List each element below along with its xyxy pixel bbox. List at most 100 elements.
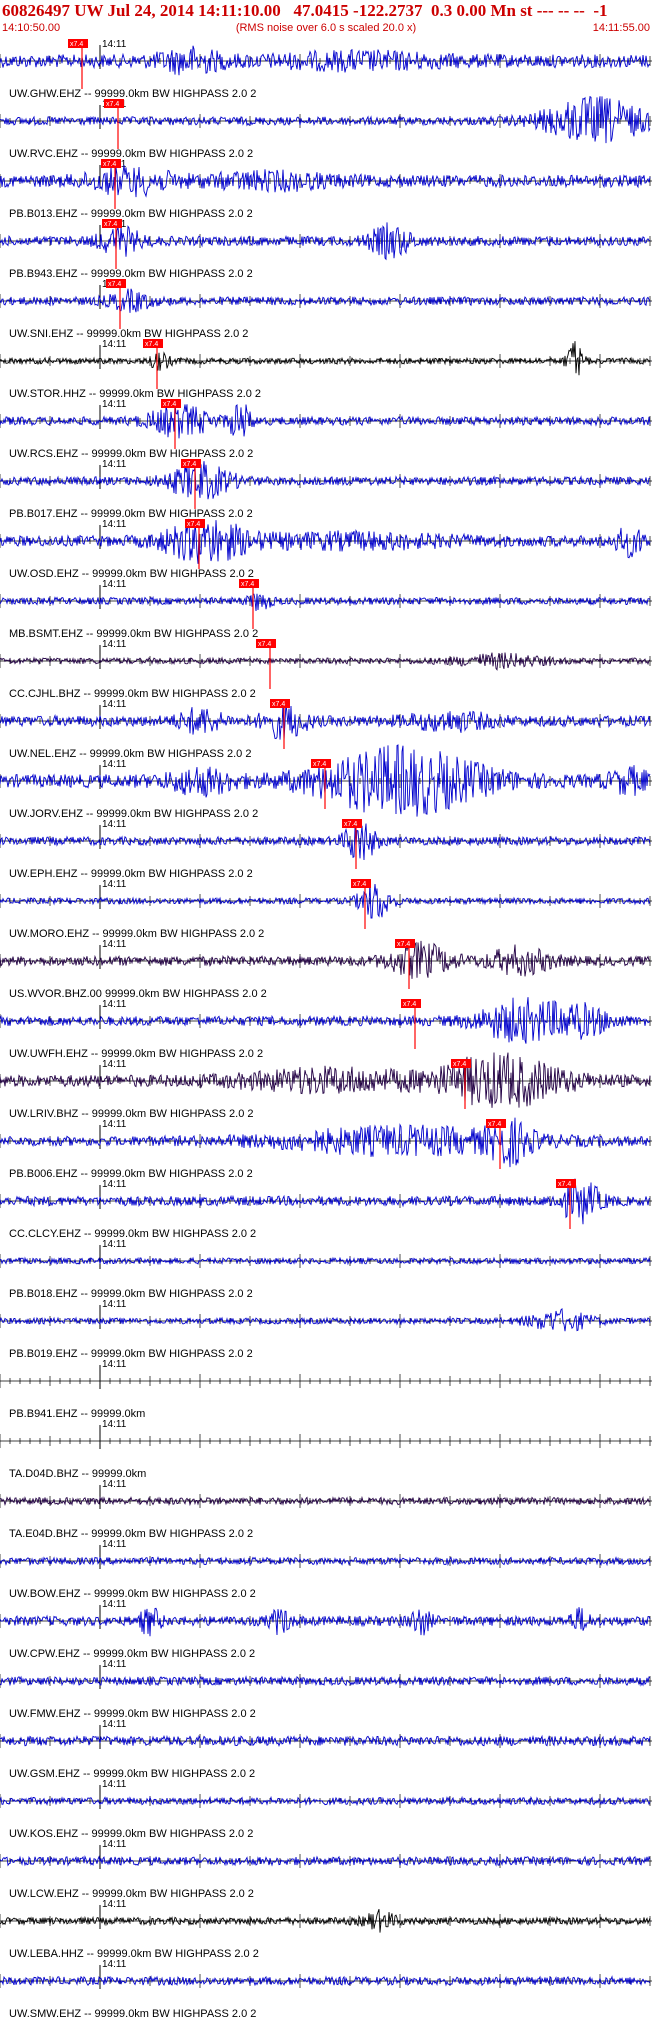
minute-tick-label: 14:11 [102,1839,127,1850]
waveform [0,702,651,741]
channel-label: PB.B017.EHZ -- 99999.0km BW HIGHPASS 2.0… [9,508,253,520]
trace-row: 14:11 UW.LCW.EHZ -- 99999.0km BW HIGHPASS… [0,1839,652,1900]
end-time: 14:11:55.00 [592,22,650,34]
pick-label: x7.4 [353,881,366,888]
trace-row: 14:11 x7.4 UW.RCS.EHZ -- 99999.0km BW HIGH… [0,399,652,460]
waveform [0,1607,651,1637]
waveform [0,461,651,500]
trace-row: 14:11 UW.GSM.EHZ -- 99999.0km BW HIGHPASS… [0,1719,652,1780]
trace-row: 14:11x7.4PB.B013.EHZ -- 99999.0km BW HIG… [0,159,652,220]
trace-row: 14:11 x7.4 CC.CLCY.EHZ -- 99999.0km BW HIG… [0,1178,652,1240]
waveform [0,1117,651,1168]
channel-label: TA.E04D.BHZ -- 99999.0km BW HIGHPASS 2.0… [9,1528,253,1540]
trace-row: 14:11 x7.4 UW.GHW.EHZ -- 99999.0km BW HIGH… [0,39,652,100]
minute-tick-label: 14:11 [102,1539,127,1550]
minute-tick-label: 14:11 [102,1059,127,1070]
pick-label: x7.4 [241,581,254,588]
pick-label: x7.4 [488,1121,501,1128]
pick-label: x7.4 [108,281,121,288]
channel-label: UW.GHW.EHZ -- 99999.0km BW HIGHPASS 2.0 … [9,88,256,100]
minute-tick-label: 14:11 [102,1599,127,1610]
channel-label: UW.RVC.EHZ -- 99999.0km BW HIGHPASS 2.0 … [9,148,253,160]
trace-row: 14:11 x7.4 UW.LRIV.BHZ -- 99999.0km BW HIG… [0,1052,652,1120]
trace-row: 14:11x7.4UW.RVC.EHZ -- 99999.0km BW HIGH… [0,95,652,160]
trace-row: 14:11 x7.4 UW.OSD.EHZ -- 99999.0km BW HIGH… [0,518,652,580]
channel-label: UW.MORO.EHZ -- 99999.0km BW HIGHPASS 2.0… [9,928,264,940]
trace-row: 14:11 TA.E04D.BHZ -- 99999.0km BW HIGHPAS… [0,1479,652,1540]
trace-row: 14:11 UW.LEBA.HHZ -- 99999.0km BW HIGHPAS… [0,1899,652,1960]
minute-tick-label: 14:11 [102,699,127,710]
pick-label: x7.4 [106,101,119,108]
channel-label: MB.BSMT.EHZ -- 99999.0km BW HIGHPASS 2.0… [9,628,258,640]
pick-label: x7.4 [403,1001,416,1008]
channel-label: PB.B018.EHZ -- 99999.0km BW HIGHPASS 2.0… [9,1288,253,1300]
trace-row: 14:11 UW.CPW.EHZ -- 99999.0km BW HIGHPASS… [0,1599,652,1660]
minute-tick-label: 14:11 [102,939,127,950]
channel-label: UW.UWFH.EHZ -- 99999.0km BW HIGHPASS 2.0… [9,1048,263,1060]
channel-label: UW.RCS.EHZ -- 99999.0km BW HIGHPASS 2.0 … [9,448,253,460]
pick-label: x7.4 [104,221,117,228]
channel-label: PB.B013.EHZ -- 99999.0km BW HIGHPASS 2.0… [9,208,253,220]
trace-row: 14:11TA.D04D.BHZ -- 99999.0km [0,1419,652,1480]
minute-tick-label: 14:11 [102,399,127,410]
minute-tick-label: 14:11 [102,1299,127,1310]
trace-row: 14:11 PB.B018.EHZ -- 99999.0km BW HIGHPAS… [0,1239,652,1300]
channel-label: UW.LCW.EHZ -- 99999.0km BW HIGHPASS 2.0 … [9,1888,254,1900]
trace-row: 14:11 x7.4 UW.NEL.EHZ -- 99999.0km BW HIGH… [0,699,652,760]
minute-tick-label: 14:11 [102,1719,127,1730]
minute-tick-label: 14:11 [102,39,127,50]
channel-label: UW.LEBA.HHZ -- 99999.0km BW HIGHPASS 2.0… [9,1948,259,1960]
minute-tick-label: 14:11 [102,999,127,1010]
pick-label: x7.4 [453,1061,466,1068]
minute-tick-label: 14:11 [102,1119,127,1130]
channel-label: UW.SNI.EHZ -- 99999.0km BW HIGHPASS 2.0 … [9,328,248,340]
trace-row: 14:11 UW.FMW.EHZ -- 99999.0km BW HIGHPASS… [0,1659,652,1720]
minute-tick-label: 14:11 [102,759,127,770]
minute-tick-label: 14:11 [102,879,127,890]
waveform [0,940,651,979]
channel-label: UW.FMW.EHZ -- 99999.0km BW HIGHPASS 2.0 … [9,1708,256,1720]
pick-label: x7.4 [313,761,326,768]
trace-row: 14:11 x7.4 CC.CJHL.BHZ -- 99999.0km BW HIG… [0,639,652,700]
minute-tick-label: 14:11 [102,1419,127,1430]
channel-label: UW.STOR.HHZ -- 99999.0km BW HIGHPASS 2.0… [9,388,261,400]
plot-header: 60826497 UW Jul 24, 2014 14:11:10.00 47.… [0,0,652,38]
seismogram-plot: 14:11x7.4UW.GHW.EHZ -- 99999.0km BW HIGH… [0,39,652,2018]
channel-label: UW.EPH.EHZ -- 99999.0km BW HIGHPASS 2.0 … [9,868,253,880]
waveform [0,593,651,612]
waveform [0,1256,651,1266]
pick-label: x7.4 [272,701,285,708]
trace-row: 14:11 x7.4 UW.EPH.EHZ -- 99999.0km BW HIGH… [0,819,652,880]
trace-row: 14:11x7.4PB.B943.EHZ -- 99999.0km BW HIG… [0,219,652,280]
channel-label: UW.GSM.EHZ -- 99999.0km BW HIGHPASS 2.0 … [9,1768,255,1780]
trace-row: 14:11 x7.4 UW.UWFH.EHZ -- 99999.0km BW HIG… [0,997,652,1060]
trace-row: 14:11 x7.4 MB.BSMT.EHZ -- 99999.0km BW HIG… [0,579,652,640]
minute-tick-label: 14:11 [102,459,127,470]
channel-label: UW.KOS.EHZ -- 99999.0km BW HIGHPASS 2.0 … [9,1828,253,1840]
channel-label: UW.NEL.EHZ -- 99999.0km BW HIGHPASS 2.0 … [9,748,251,760]
waveform [0,1308,651,1332]
minute-tick-label: 14:11 [102,639,127,650]
pick-label: x7.4 [187,521,200,528]
channel-label: PB.B943.EHZ -- 99999.0km BW HIGHPASS 2.0… [9,268,253,280]
trace-row: 14:11 x7.4 UW.STOR.HHZ -- 99999.0km BW HIG… [0,339,652,400]
minute-tick-label: 14:11 [102,1659,127,1670]
waveform [0,882,651,919]
trace-row: 14:11 x7.4 PB.B017.EHZ -- 99999.0km BW HIG… [0,459,652,520]
trace-row: 14:11 x7.4 UW.MORO.EHZ -- 99999.0km BW HIG… [0,879,652,940]
minute-tick-label: 14:11 [102,819,127,830]
channel-label: UW.LRIV.BHZ -- 99999.0km BW HIGHPASS 2.0… [9,1108,254,1120]
event-title: 60826497 UW Jul 24, 2014 14:11:10.00 47.… [2,1,608,20]
channel-label: US.WVOR.BHZ.00 99999.0km BW HIGHPASS 2.0… [9,988,267,1000]
channel-label: CC.CJHL.BHZ -- 99999.0km BW HIGHPASS 2.0… [9,688,256,700]
pick-label: x7.4 [344,821,357,828]
minute-tick-label: 14:11 [102,1899,127,1910]
pick-label: x7.4 [558,1181,571,1188]
pick-label: x7.4 [145,341,158,348]
trace-row: 14:11 PB.B019.EHZ -- 99999.0km BW HIGHPAS… [0,1299,652,1360]
minute-tick-label: 14:11 [102,1359,127,1370]
trace-row: 14:11 UW.SMW.EHZ -- 99999.0km BW HIGHPASS… [0,1959,652,2018]
scaling-note: (RMS noise over 6.0 s scaled 20.0 x) [235,22,417,34]
channel-label: UW.OSD.EHZ -- 99999.0km BW HIGHPASS 2.0 … [9,568,254,580]
pick-label: x7.4 [163,401,176,408]
